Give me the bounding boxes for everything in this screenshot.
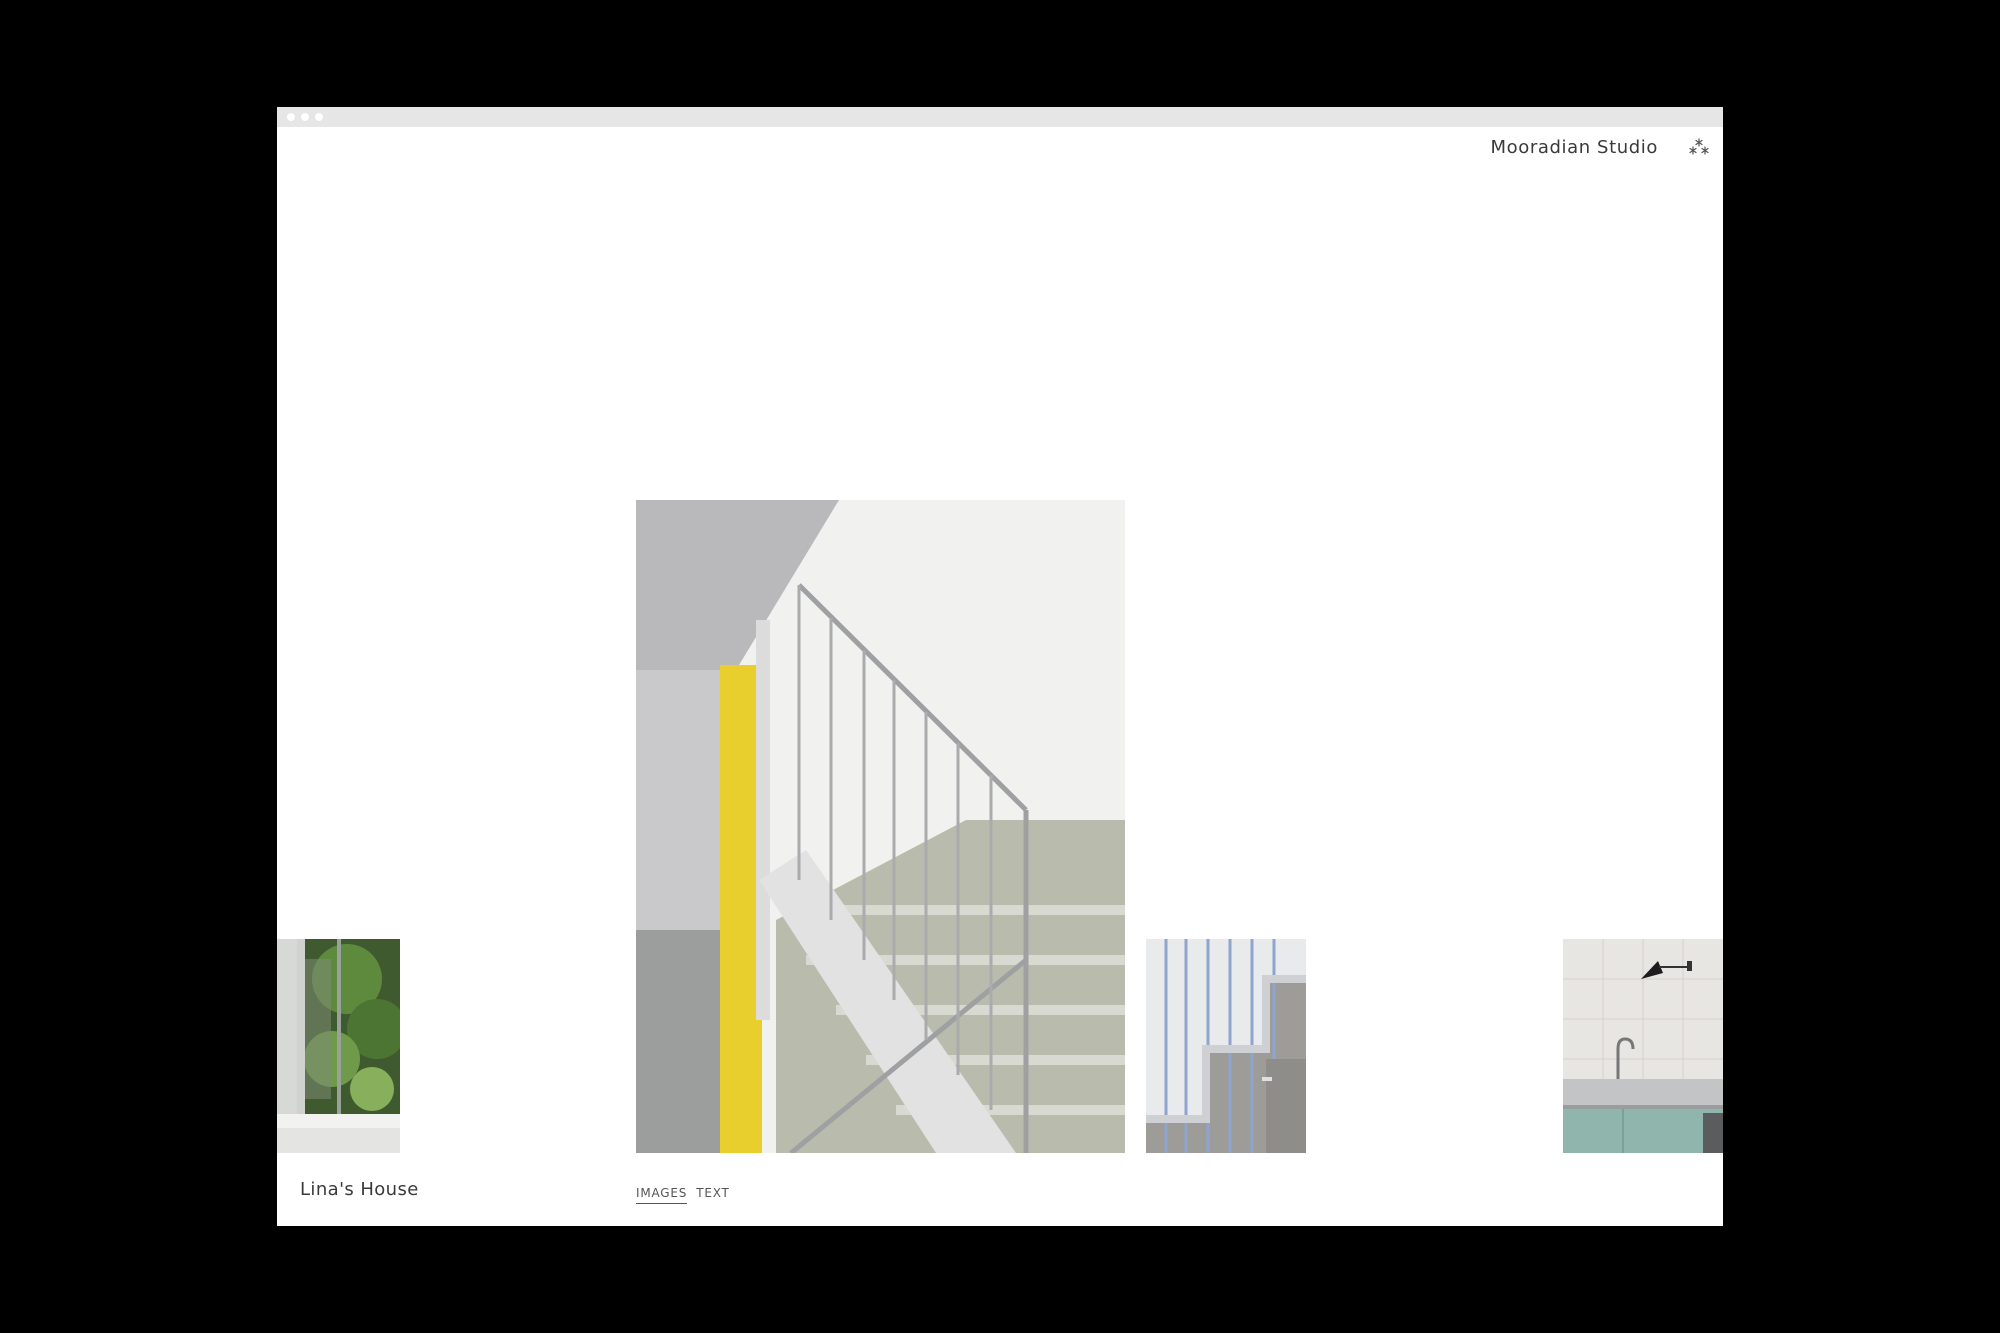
window-dot-close[interactable] — [287, 113, 295, 121]
browser-window: Mooradian Studio Lina's House IMAGES TEX… — [277, 107, 1723, 1226]
window-thumbnail[interactable] — [277, 939, 400, 1153]
staircase-main-image[interactable] — [636, 500, 1125, 1153]
tab-text[interactable]: TEXT — [696, 1186, 729, 1204]
asterisk-cluster-icon[interactable] — [1687, 136, 1711, 160]
kitchen-thumbnail[interactable] — [1563, 939, 1723, 1153]
project-title: Lina's House — [300, 1179, 419, 1200]
window-dot-maximize[interactable] — [315, 113, 323, 121]
browser-chrome — [277, 107, 1723, 127]
tab-images[interactable]: IMAGES — [636, 1186, 688, 1204]
studio-name-link[interactable]: Mooradian Studio — [1490, 137, 1658, 158]
view-tabs: IMAGES TEXT — [636, 1186, 730, 1204]
window-dot-minimize[interactable] — [301, 113, 309, 121]
stair-detail-thumbnail[interactable] — [1146, 939, 1306, 1153]
